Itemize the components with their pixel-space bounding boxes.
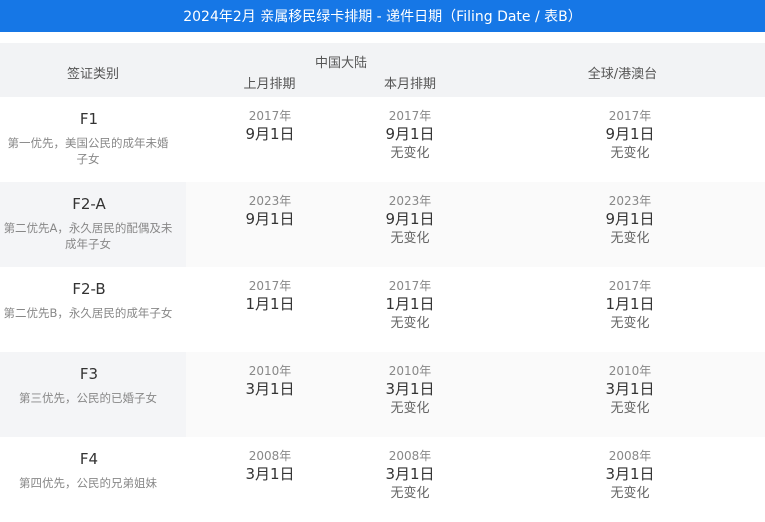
date-year: 2017年 xyxy=(388,109,432,123)
change-status: 无变化 xyxy=(610,401,650,416)
date-year: 2017年 xyxy=(608,109,652,123)
category-description: 第四优先，公民的兄弟姐妹 xyxy=(19,476,157,490)
date-year: 2023年 xyxy=(608,194,652,208)
header-last-month: 上月排期 xyxy=(243,77,296,92)
category-code: F4 xyxy=(79,450,99,468)
header-china: 中国大陆 xyxy=(314,56,367,71)
category-code: F1 xyxy=(79,110,99,128)
china-this-month-cell: 2010年 3月1日 无变化 xyxy=(350,352,470,418)
global-cell: 2023年 9月1日 无变化 xyxy=(570,182,690,248)
date-month-day: 1月1日 xyxy=(605,295,655,313)
page-title-bar: 2024年2月 亲属移民绿卡排期 - 递件日期（Filing Date / 表B… xyxy=(0,0,765,32)
category-description: 第二优先B，永久居民的成年子女 xyxy=(3,306,173,320)
china-this-month-cell: 2023年 9月1日 无变化 xyxy=(350,182,470,248)
date-year: 2023年 xyxy=(388,194,432,208)
header-category: 签证类别 xyxy=(66,67,119,82)
change-status: 无变化 xyxy=(390,486,430,501)
table-row: F4 第四优先，公民的兄弟姐妹 2008年 3月1日 2008年 3月1日 无变… xyxy=(0,437,765,522)
date-year: 2017年 xyxy=(248,109,292,123)
table-row: F1 第一优先，美国公民的成年未婚子女 2017年 9月1日 2017年 9月1… xyxy=(0,97,765,182)
table-body: F1 第一优先，美国公民的成年未婚子女 2017年 9月1日 2017年 9月1… xyxy=(0,97,765,522)
global-cell: 2017年 9月1日 无变化 xyxy=(570,97,690,163)
change-status: 无变化 xyxy=(390,231,430,246)
china-this-month-cell: 2017年 1月1日 无变化 xyxy=(350,267,470,333)
china-last-month-cell: 2010年 3月1日 xyxy=(210,352,330,399)
category-cell: F1 第一优先，美国公民的成年未婚子女 xyxy=(0,97,186,182)
date-month-day: 9月1日 xyxy=(245,125,295,143)
table-row: F2-B 第二优先B，永久居民的成年子女 2017年 1月1日 2017年 1月… xyxy=(0,267,765,352)
date-year: 2017年 xyxy=(388,279,432,293)
china-this-month-cell: 2008年 3月1日 无变化 xyxy=(350,437,470,503)
spacer xyxy=(0,32,765,43)
date-month-day: 3月1日 xyxy=(245,465,295,483)
category-code: F2-A xyxy=(72,195,106,213)
date-month-day: 3月1日 xyxy=(385,380,435,398)
date-month-day: 9月1日 xyxy=(385,210,435,228)
category-description: 第一优先，美国公民的成年未婚子女 xyxy=(7,136,169,166)
category-cell: F2-B 第二优先B，永久居民的成年子女 xyxy=(0,267,186,352)
global-cell: 2010年 3月1日 无变化 xyxy=(570,352,690,418)
china-last-month-cell: 2017年 1月1日 xyxy=(210,267,330,314)
category-cell: F4 第四优先，公民的兄弟姐妹 xyxy=(0,437,186,522)
china-last-month-cell: 2017年 9月1日 xyxy=(210,97,330,144)
change-status: 无变化 xyxy=(390,316,430,331)
date-year: 2008年 xyxy=(388,449,432,463)
change-status: 无变化 xyxy=(610,146,650,161)
date-year: 2023年 xyxy=(248,194,292,208)
change-status: 无变化 xyxy=(610,486,650,501)
table-header: 签证类别 中国大陆 上月排期 本月排期 全球/港澳台 xyxy=(0,43,765,97)
date-month-day: 3月1日 xyxy=(605,380,655,398)
change-status: 无变化 xyxy=(610,231,650,246)
table-row: F2-A 第二优先A，永久居民的配偶及未成年子女 2023年 9月1日 2023… xyxy=(0,182,765,267)
global-cell: 2008年 3月1日 无变化 xyxy=(570,437,690,503)
category-description: 第三优先，公民的已婚子女 xyxy=(19,391,157,405)
date-year: 2010年 xyxy=(248,364,292,378)
date-year: 2008年 xyxy=(608,449,652,463)
change-status: 无变化 xyxy=(390,146,430,161)
china-last-month-cell: 2023年 9月1日 xyxy=(210,182,330,229)
date-year: 2017年 xyxy=(248,279,292,293)
date-month-day: 9月1日 xyxy=(245,210,295,228)
date-year: 2008年 xyxy=(248,449,292,463)
change-status: 无变化 xyxy=(390,401,430,416)
date-month-day: 3月1日 xyxy=(385,465,435,483)
category-cell: F2-A 第二优先A，永久居民的配偶及未成年子女 xyxy=(0,182,186,267)
category-code: F3 xyxy=(79,365,99,383)
date-year: 2010年 xyxy=(388,364,432,378)
category-description: 第二优先A，永久居民的配偶及未成年子女 xyxy=(3,221,173,251)
date-year: 2010年 xyxy=(608,364,652,378)
date-month-day: 1月1日 xyxy=(385,295,435,313)
date-month-day: 9月1日 xyxy=(605,210,655,228)
china-this-month-cell: 2017年 9月1日 无变化 xyxy=(350,97,470,163)
china-last-month-cell: 2008年 3月1日 xyxy=(210,437,330,484)
date-month-day: 9月1日 xyxy=(605,125,655,143)
global-cell: 2017年 1月1日 无变化 xyxy=(570,267,690,333)
category-cell: F3 第三优先，公民的已婚子女 xyxy=(0,352,186,437)
date-month-day: 3月1日 xyxy=(605,465,655,483)
category-code: F2-B xyxy=(72,280,106,298)
header-global: 全球/港澳台 xyxy=(587,67,658,82)
date-month-day: 3月1日 xyxy=(245,380,295,398)
date-month-day: 9月1日 xyxy=(385,125,435,143)
change-status: 无变化 xyxy=(610,316,650,331)
header-this-month: 本月排期 xyxy=(383,77,436,92)
date-year: 2017年 xyxy=(608,279,652,293)
page-title: 2024年2月 亲属移民绿卡排期 - 递件日期（Filing Date / 表B… xyxy=(183,9,582,25)
table-row: F3 第三优先，公民的已婚子女 2010年 3月1日 2010年 3月1日 无变… xyxy=(0,352,765,437)
date-month-day: 1月1日 xyxy=(245,295,295,313)
